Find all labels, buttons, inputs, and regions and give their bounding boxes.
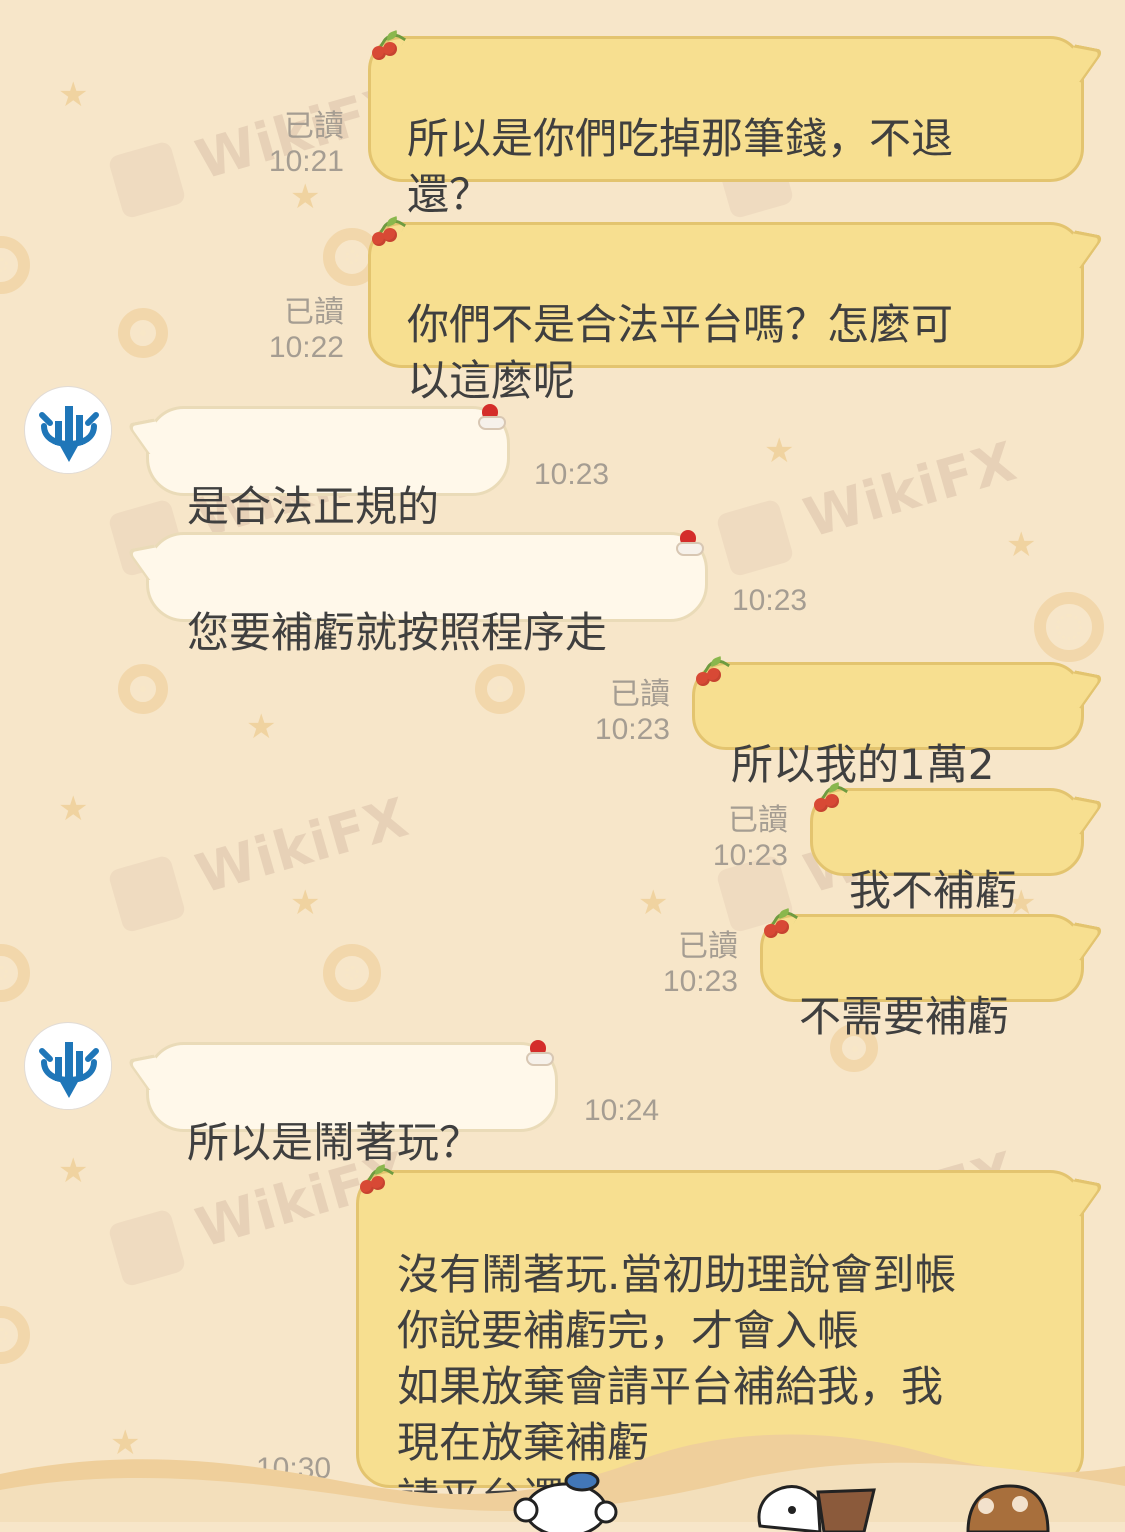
cherry-icon: [368, 214, 407, 252]
background-star-icon: ★: [764, 431, 795, 471]
background-star-icon: ★: [58, 1151, 89, 1191]
cartoon-character-icon: [757, 1485, 876, 1532]
message-text: 您要補虧就按照程序走: [187, 608, 608, 657]
message-meta: 已讀 10:23: [574, 678, 670, 747]
background-star-icon: ★: [58, 789, 89, 829]
background-donut-icon: [323, 944, 381, 1002]
read-status: 已讀: [610, 678, 670, 711]
received-message-bubble[interactable]: 是合法正規的: [146, 406, 510, 531]
message-time: 10:23: [662, 965, 738, 998]
strawberry-cake-icon: [674, 530, 704, 556]
contact-avatar[interactable]: [24, 1022, 112, 1110]
sent-message-bubble[interactable]: 所以我的1萬2: [692, 662, 1084, 789]
message-time: 10:23: [534, 458, 610, 491]
message-text: 所以是鬧著玩？: [187, 1118, 482, 1167]
contact-avatar[interactable]: [24, 386, 112, 474]
strawberry-cake-icon: [476, 404, 506, 430]
background-donut-icon: [0, 1306, 30, 1364]
message-meta: 已讀 10:23: [642, 930, 738, 999]
read-status: 已讀: [728, 804, 788, 837]
background-star-icon: ★: [638, 883, 669, 923]
watermark: WikiFX: [715, 430, 1025, 578]
sent-message-bubble[interactable]: 所以是你們吃掉那筆錢，不退 還？: [368, 36, 1084, 219]
cartoon-character-icon: [966, 1484, 1050, 1532]
cherry-icon: [760, 906, 799, 944]
read-status: 已讀: [284, 296, 344, 329]
sent-message-bubble[interactable]: 你們不是合法平台嗎？怎麼可 以這麼呢: [368, 222, 1084, 405]
read-status: 已讀: [678, 930, 738, 963]
message-time: 10:21: [268, 145, 344, 178]
background-donut-icon: [1034, 592, 1104, 662]
bull-building-logo-icon: [26, 388, 111, 473]
background-star-icon: ★: [1006, 525, 1037, 565]
cherry-icon: [356, 1162, 395, 1200]
strawberry-cake-icon: [524, 1040, 554, 1066]
message-text: 不需要補虧: [799, 992, 1010, 1041]
sent-message-bubble[interactable]: 不需要補虧: [760, 914, 1084, 1041]
sent-message-bubble[interactable]: 我不補虧: [810, 788, 1084, 915]
message-meta: 已讀 10:23: [692, 804, 788, 873]
background-star-icon: ★: [290, 883, 321, 923]
cherry-icon: [692, 654, 731, 692]
background-star-icon: ★: [290, 177, 321, 217]
message-text: 我不補虧: [849, 866, 1018, 915]
background-donut-icon: [118, 664, 168, 714]
background-donut-icon: [0, 944, 30, 1002]
cherry-icon: [368, 28, 407, 66]
message-text: 所以我的1萬2: [731, 740, 995, 789]
cartoon-character-icon: [513, 1472, 618, 1532]
received-message-bubble[interactable]: 所以是鬧著玩？: [146, 1042, 558, 1167]
cherry-icon: [810, 780, 849, 818]
message-text: 是合法正規的: [187, 482, 440, 531]
background-star-icon: ★: [58, 75, 89, 115]
message-time: 10:22: [268, 331, 344, 364]
background-donut-icon: [475, 664, 525, 714]
background-star-icon: ★: [246, 707, 277, 747]
watermark: WikiFX: [107, 786, 417, 934]
bull-building-logo-icon: [26, 1024, 111, 1109]
message-time: 10:24: [584, 1094, 660, 1127]
background-donut-icon: [118, 308, 168, 358]
message-time: 10:23: [732, 584, 808, 617]
message-time: 10:23: [594, 713, 670, 746]
read-status: 已讀: [284, 110, 344, 143]
received-message-bubble[interactable]: 您要補虧就按照程序走: [146, 532, 708, 657]
message-time: 10:23: [712, 839, 788, 872]
message-meta: 已讀 10:21: [248, 110, 344, 179]
background-donut-icon: [0, 236, 30, 294]
message-meta: 已讀 10:22: [248, 296, 344, 365]
